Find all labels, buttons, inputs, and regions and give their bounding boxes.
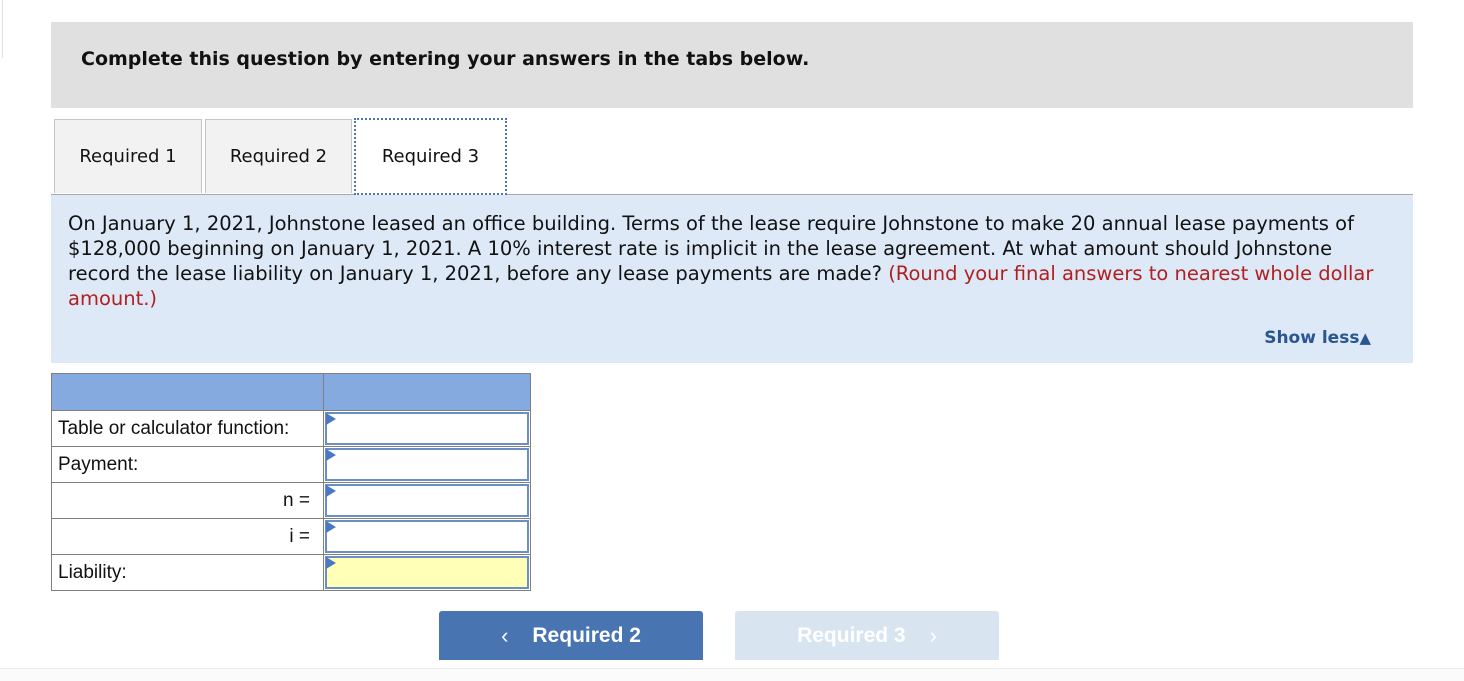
triangle-up-icon: ▲ [1359,329,1371,347]
row-label: n = [51,482,324,519]
liability-input[interactable] [325,556,529,589]
next-required-3-button[interactable]: Required 3 › [735,611,999,660]
table-row-function: Table or calculator function: [51,410,531,447]
tab-bar: Required 1 Required 2 Required 3 [51,118,1413,195]
question-text: On January 1, 2021, Johnstone leased an … [68,211,1393,311]
input-cell [323,410,531,447]
n-input[interactable] [325,484,529,517]
i-input[interactable] [325,520,529,553]
table-row-n: n = [51,482,531,519]
table-row-payment: Payment: [51,446,531,483]
question-panel: On January 1, 2021, Johnstone leased an … [51,195,1413,363]
table-row-liability: Liability: [51,554,531,591]
left-edge-divider [0,0,3,58]
show-less-link[interactable]: Show less▲ [1264,328,1371,348]
instruction-text: Complete this question by entering your … [81,48,810,70]
tab-required-3[interactable]: Required 3 [354,118,507,195]
tab-required-2[interactable]: Required 2 [205,119,352,193]
row-label: Payment: [51,446,324,483]
row-label: Table or calculator function: [51,410,324,447]
input-cell [323,518,531,555]
tab-label: Required 3 [381,146,480,167]
prev-button-label: Required 2 [532,623,641,647]
chevron-right-icon: › [929,622,937,648]
tab-label: Required 1 [79,146,177,167]
prev-required-2-button[interactable]: ‹ Required 2 [439,611,703,660]
tab-required-1[interactable]: Required 1 [54,119,202,193]
table-header-row [51,373,531,411]
input-cell [323,446,531,483]
payment-input[interactable] [325,448,529,481]
input-cell [323,554,531,591]
instruction-banner: Complete this question by entering your … [51,22,1413,108]
header-cell-value [323,373,531,411]
header-cell-label [51,373,324,411]
table-row-i: i = [51,518,531,555]
row-label: i = [51,518,324,555]
function-input[interactable] [325,412,529,445]
chevron-left-icon: ‹ [501,622,509,648]
row-label: Liability: [51,554,324,591]
tab-label: Required 2 [229,146,328,167]
footer-divider [0,668,1464,681]
calculation-table: Table or calculator function: Payment: n… [51,373,531,591]
input-cell [323,482,531,519]
next-button-label: Required 3 [797,623,906,647]
show-less-label: Show less [1264,328,1360,348]
